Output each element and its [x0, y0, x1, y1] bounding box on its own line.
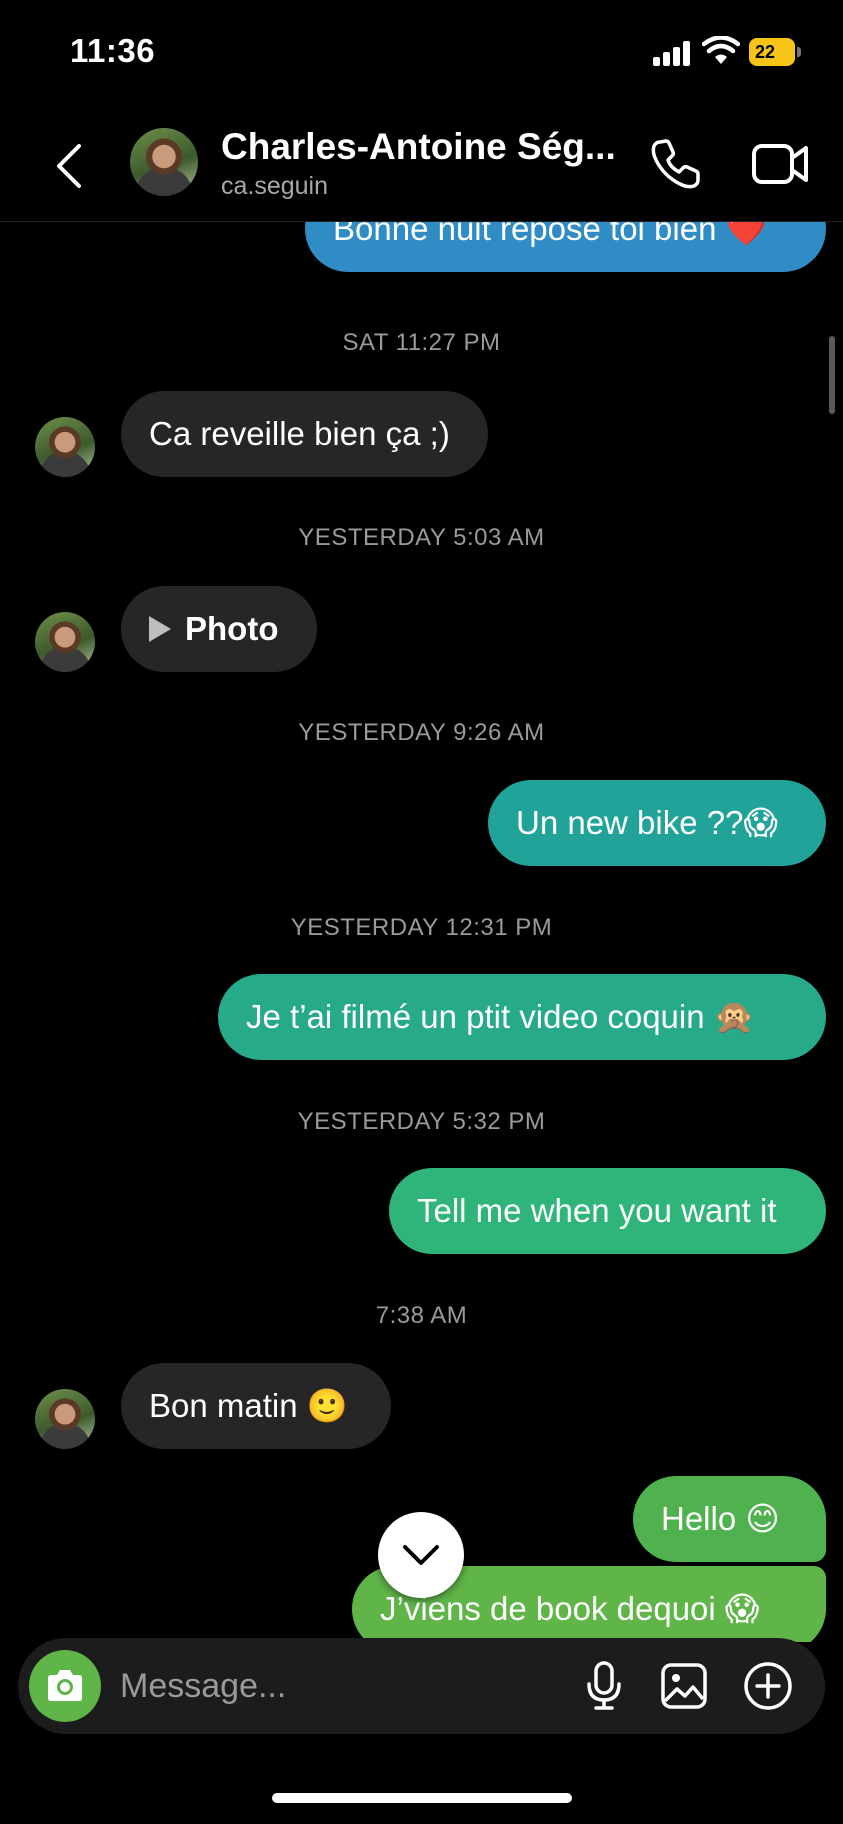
timestamp: YESTERDAY 5:03 AM: [298, 524, 545, 551]
message-composer: [18, 1638, 825, 1734]
photo-message[interactable]: Photo: [121, 586, 317, 672]
chevron-left-icon: [57, 144, 81, 188]
timestamp: YESTERDAY 9:26 AM: [298, 719, 545, 746]
message-incoming[interactable]: Bon matin 🙂: [121, 1363, 391, 1449]
message-thread[interactable]: Bonne nuit repose toi bien ❤️ SAT 11:27 …: [0, 222, 843, 1642]
timestamp: YESTERDAY 5:32 PM: [297, 1108, 546, 1135]
camera-button[interactable]: [29, 1650, 101, 1722]
plus-circle-icon: [744, 1662, 792, 1710]
chat-header: Charles-Antoine Ség... ca.seguin: [0, 110, 843, 222]
sender-avatar[interactable]: [35, 417, 95, 477]
sender-avatar[interactable]: [35, 1389, 95, 1449]
contact-avatar[interactable]: [130, 128, 198, 196]
contact-handle[interactable]: ca.seguin: [221, 172, 328, 201]
battery-icon: 22: [749, 38, 801, 66]
home-indicator[interactable]: [272, 1793, 572, 1803]
camera-icon: [48, 1670, 82, 1701]
wifi-icon: [702, 36, 740, 64]
back-button[interactable]: [44, 136, 92, 196]
timestamp: 7:38 AM: [375, 1302, 468, 1329]
signal-icon: [653, 40, 693, 66]
message-outgoing[interactable]: Bonne nuit repose toi bien ❤️: [305, 222, 826, 272]
contact-name[interactable]: Charles-Antoine Ség...: [221, 126, 616, 168]
photo-label: Photo: [185, 610, 279, 647]
message-outgoing[interactable]: Hello 😊: [633, 1476, 826, 1562]
status-bar: 11:36 22: [0, 0, 843, 110]
message-outgoing[interactable]: Je t’ai filmé un ptit video coquin 🙊: [218, 974, 826, 1060]
microphone-button[interactable]: [574, 1656, 634, 1716]
microphone-icon: [587, 1661, 621, 1710]
sender-avatar[interactable]: [35, 612, 95, 672]
battery-level: 22: [749, 38, 795, 66]
chevron-down-icon: [403, 1545, 439, 1565]
gallery-button[interactable]: [654, 1656, 714, 1716]
message-outgoing[interactable]: Tell me when you want it: [389, 1168, 826, 1254]
more-button[interactable]: [738, 1656, 798, 1716]
scroll-to-bottom-button[interactable]: [378, 1512, 464, 1598]
scrollbar[interactable]: [829, 336, 835, 414]
video-camera-icon[interactable]: [750, 136, 810, 192]
timestamp: YESTERDAY 12:31 PM: [290, 914, 553, 941]
message-incoming[interactable]: Ca reveille bien ça ;): [121, 391, 488, 477]
timestamp: SAT 11:27 PM: [342, 329, 501, 356]
message-input[interactable]: [120, 1658, 560, 1714]
play-icon: [149, 616, 171, 642]
image-icon: [661, 1663, 707, 1709]
status-time: 11:36: [70, 32, 156, 69]
message-outgoing[interactable]: Un new bike ??😱: [488, 780, 826, 866]
phone-icon[interactable]: [648, 136, 704, 192]
